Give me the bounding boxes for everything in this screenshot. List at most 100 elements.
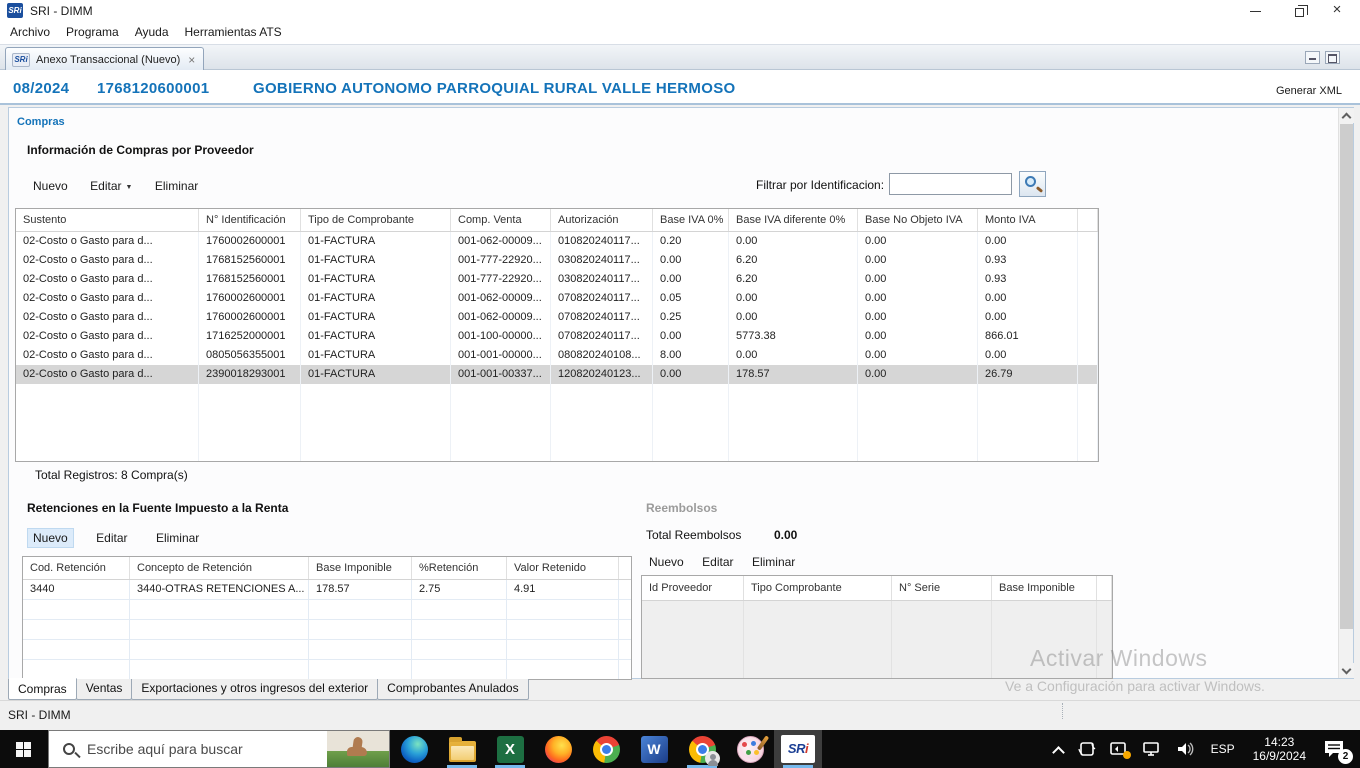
compras-toolbar: Nuevo Editar▼ Eliminar: [33, 177, 216, 195]
table-cell: 001-001-00337...: [451, 365, 551, 384]
column-header[interactable]: Valor Retenido: [507, 557, 619, 579]
table-row[interactable]: 02-Costo o Gasto para d...17681525600010…: [16, 270, 1098, 289]
generar-xml-button[interactable]: Generar XML: [1276, 85, 1342, 97]
column-header[interactable]: Id Proveedor: [642, 576, 744, 600]
sri-taskbar-icon[interactable]: SRi: [774, 730, 822, 768]
scrollbar-down-icon[interactable]: [1339, 663, 1354, 678]
column-header[interactable]: Sustento: [16, 209, 199, 231]
vertical-scrollbar[interactable]: [1338, 108, 1353, 678]
column-header[interactable]: N° Serie: [892, 576, 992, 600]
empty-cell: [619, 620, 632, 640]
column-header[interactable]: Base No Objeto IVA: [858, 209, 978, 231]
search-icon: [1025, 176, 1036, 187]
column-header[interactable]: Base Imponible: [309, 557, 412, 579]
menu-item-ayuda[interactable]: Ayuda: [127, 22, 177, 39]
bottom-tab-compras[interactable]: Compras: [8, 678, 77, 700]
bottom-tab-comprobantes-anulados[interactable]: Comprobantes Anulados: [377, 679, 528, 700]
column-header: [1078, 209, 1098, 231]
column-header[interactable]: Autorización: [551, 209, 653, 231]
column-header[interactable]: Cod. Retención: [23, 557, 130, 579]
chrome-taskbar-icon[interactable]: [582, 730, 630, 768]
edge-taskbar-icon[interactable]: [390, 730, 438, 768]
notification-center-icon[interactable]: 2: [1322, 738, 1348, 760]
chrome-icon: [593, 736, 620, 763]
retenciones-editar-button[interactable]: Editar: [91, 529, 132, 547]
table-row[interactable]: 02-Costo o Gasto para d...23900182930010…: [16, 365, 1098, 384]
filter-search-button[interactable]: [1019, 171, 1046, 197]
disabled-cell: [1097, 601, 1112, 678]
minimize-button[interactable]: [1238, 0, 1272, 22]
column-header[interactable]: Concepto de Retención: [130, 557, 309, 579]
compras-eliminar-button[interactable]: Eliminar: [155, 179, 198, 193]
network-icon[interactable]: [1142, 741, 1162, 757]
table-cell: 1768152560001: [199, 270, 301, 289]
start-button[interactable]: [0, 730, 48, 768]
system-tray: ESP 14:23 16/9/2024 2: [1047, 730, 1360, 768]
table-row[interactable]: 02-Costo o Gasto para d...08050563550010…: [16, 346, 1098, 365]
close-button[interactable]: ×: [1320, 0, 1354, 22]
search-highlight-image[interactable]: [327, 731, 389, 767]
table-row[interactable]: 34403440-OTRAS RETENCIONES A...178.572.7…: [23, 580, 631, 600]
clock[interactable]: 14:23 16/9/2024: [1253, 735, 1306, 763]
column-header[interactable]: %Retención: [412, 557, 507, 579]
retenciones-nuevo-button[interactable]: Nuevo: [28, 529, 73, 547]
chrome-profile-icon: [689, 736, 716, 763]
speaker-icon[interactable]: [1176, 741, 1196, 757]
column-header[interactable]: Base IVA 0%: [653, 209, 729, 231]
table-row[interactable]: 02-Costo o Gasto para d...17681525600010…: [16, 251, 1098, 270]
paint-taskbar-icon[interactable]: [726, 730, 774, 768]
word-taskbar-icon[interactable]: W: [630, 730, 678, 768]
empty-cell: [309, 620, 412, 640]
menu-item-programa[interactable]: Programa: [58, 22, 127, 39]
file-explorer-taskbar-icon[interactable]: [438, 730, 486, 768]
firefox-taskbar-icon[interactable]: [534, 730, 582, 768]
reembolsos-nuevo-button[interactable]: Nuevo: [649, 555, 684, 569]
menu-item-herramientas-ats[interactable]: Herramientas ATS: [177, 22, 290, 39]
column-header[interactable]: Base Imponible: [992, 576, 1097, 600]
view-maximize-icon[interactable]: [1325, 51, 1340, 64]
retenciones-title: Retenciones en la Fuente Impuesto a la R…: [27, 501, 288, 515]
empty-cell: [412, 640, 507, 660]
column-header[interactable]: Base IVA diferente 0%: [729, 209, 858, 231]
taskbar-search[interactable]: Escribe aquí para buscar: [48, 730, 390, 768]
column-header[interactable]: Monto IVA: [978, 209, 1078, 231]
restore-button[interactable]: [1282, 0, 1316, 22]
compras-editar-button[interactable]: Editar▼: [90, 179, 132, 193]
bottom-tab-exportaciones-y-otros-ingresos-del-exterior[interactable]: Exportaciones y otros ingresos del exter…: [131, 679, 378, 700]
tablet-mode-icon[interactable]: [1078, 741, 1096, 757]
tray-chevron-up-icon[interactable]: [1054, 746, 1064, 756]
empty-cell: [507, 600, 619, 620]
menu-item-archivo[interactable]: Archivo: [2, 22, 58, 39]
reembolsos-editar-button[interactable]: Editar: [702, 555, 733, 569]
reembolsos-eliminar-button[interactable]: Eliminar: [752, 555, 795, 569]
scrollbar-up-icon[interactable]: [1339, 108, 1354, 123]
compras-nuevo-button[interactable]: Nuevo: [33, 179, 68, 193]
scrollbar-thumb[interactable]: [1340, 124, 1353, 629]
retenciones-eliminar-button[interactable]: Eliminar: [151, 529, 204, 547]
empty-row: [23, 640, 631, 660]
tab-anexo-transaccional[interactable]: SRi Anexo Transaccional (Nuevo) ×: [5, 47, 204, 71]
filter-input[interactable]: [889, 173, 1012, 195]
table-row[interactable]: 02-Costo o Gasto para d...17600026000010…: [16, 232, 1098, 251]
filler-cell: [451, 384, 551, 461]
chrome-profile-taskbar-icon[interactable]: [678, 730, 726, 768]
column-header[interactable]: N° Identificación: [199, 209, 301, 231]
update-status-icon[interactable]: [1110, 741, 1128, 757]
column-header[interactable]: Tipo de Comprobante: [301, 209, 451, 231]
table-header-row: Cod. RetenciónConcepto de RetenciónBase …: [23, 557, 631, 580]
search-placeholder: Escribe aquí para buscar: [87, 741, 327, 757]
language-indicator[interactable]: ESP: [1211, 742, 1235, 756]
column-header[interactable]: Tipo Comprobante: [744, 576, 892, 600]
column-header[interactable]: Comp. Venta: [451, 209, 551, 231]
tab-close-icon[interactable]: ×: [188, 53, 195, 67]
table-row[interactable]: 02-Costo o Gasto para d...17600026000010…: [16, 308, 1098, 327]
empty-cell: [412, 660, 507, 680]
bottom-tab-ventas[interactable]: Ventas: [76, 679, 133, 700]
table-row[interactable]: 02-Costo o Gasto para d...17600026000010…: [16, 289, 1098, 308]
table-cell: 0.00: [858, 251, 978, 270]
view-minimize-icon[interactable]: [1305, 51, 1320, 64]
excel-taskbar-icon[interactable]: X: [486, 730, 534, 768]
table-cell: 4.91: [507, 580, 619, 600]
table-row[interactable]: 02-Costo o Gasto para d...17162520000010…: [16, 327, 1098, 346]
table-cell: 178.57: [729, 365, 858, 384]
